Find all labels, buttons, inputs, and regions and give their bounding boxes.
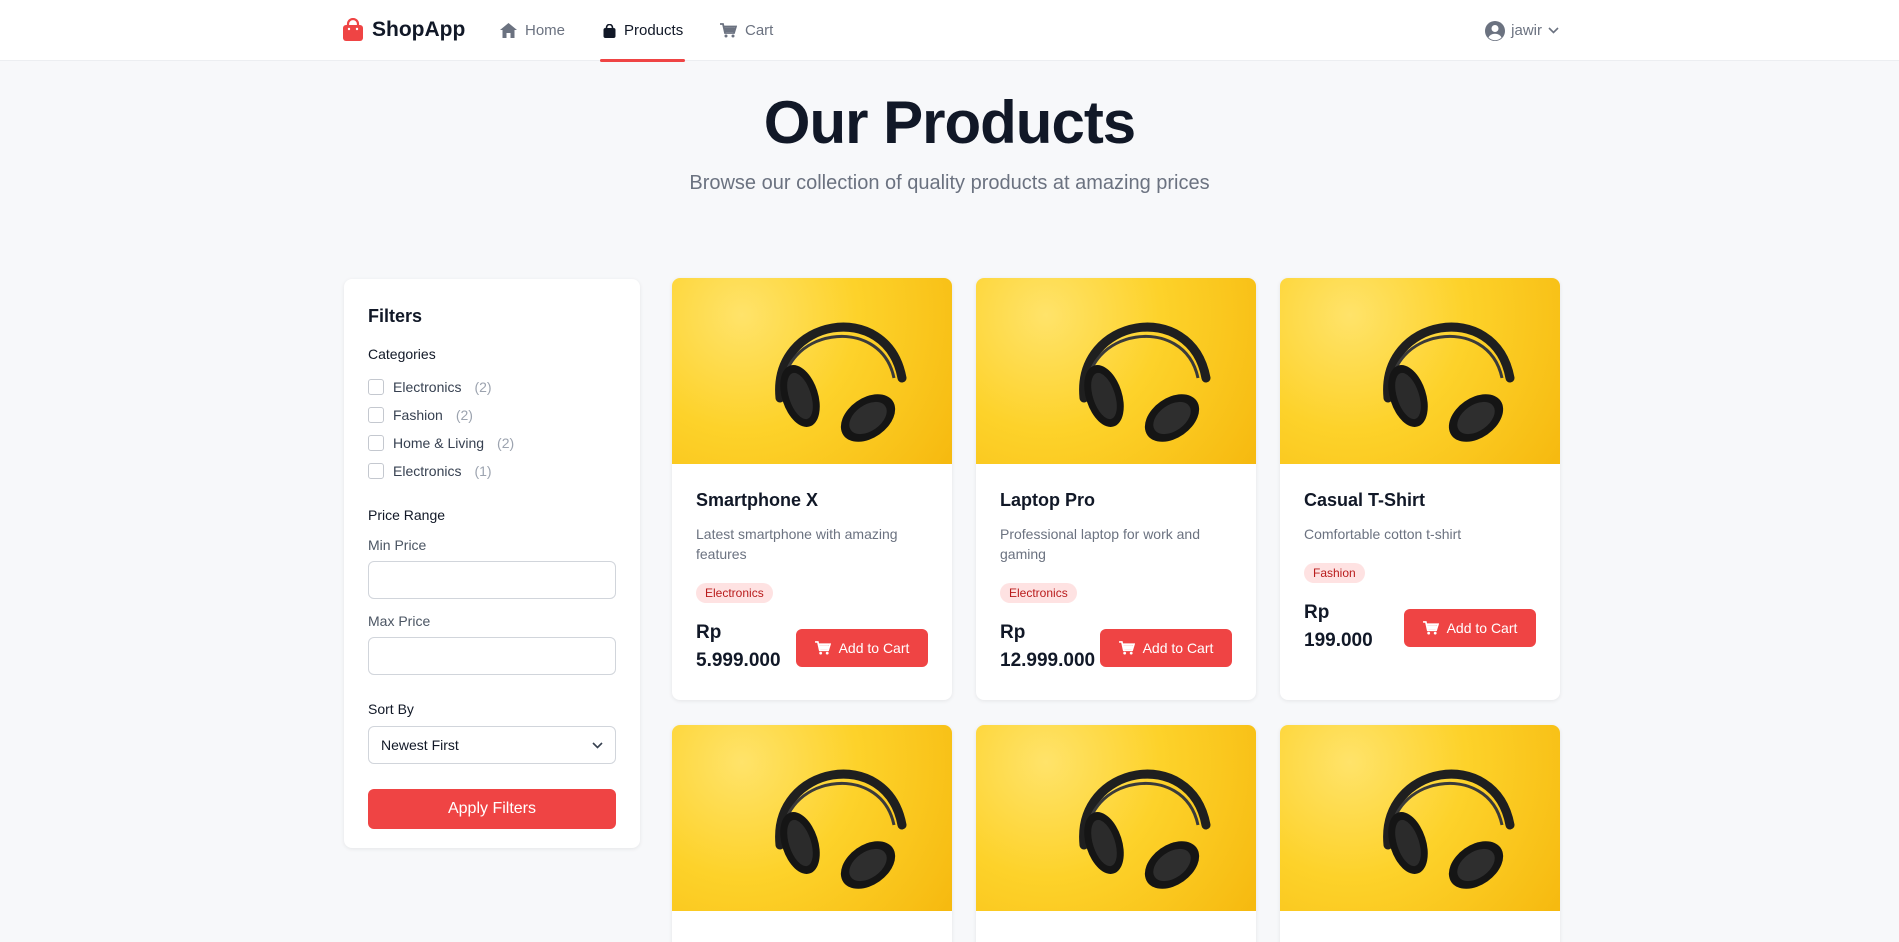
add-to-cart-label: Add to Cart (838, 640, 910, 656)
category-name: Home & Living (393, 435, 485, 451)
add-to-cart-label: Add to Cart (1142, 640, 1214, 656)
filters-title: Filters (368, 306, 423, 326)
product-card[interactable]: Casual T-Shirt Comfortable cotton t-shir… (1280, 278, 1560, 700)
nav-products[interactable]: Products (603, 0, 683, 61)
nav-cart-label: Cart (745, 22, 774, 39)
sort-select[interactable]: Newest First (368, 726, 616, 764)
top-navbar: ShopApp Home Products Cart jawir (0, 0, 1899, 62)
headphones-icon (775, 769, 907, 889)
product-price: Rp 12.999.000 (1000, 619, 1095, 675)
sort-by-label: Sort By (368, 701, 414, 717)
headphones-icon (1079, 322, 1211, 442)
category-badge: Electronics (696, 583, 773, 603)
min-price-label: Min Price (368, 537, 427, 553)
nav-cart[interactable]: Cart (720, 0, 773, 61)
chevron-down-icon (1548, 27, 1559, 34)
username: jawir (1511, 22, 1542, 39)
filters-panel: Filters Categories Electronics (2) Fashio… (344, 279, 640, 848)
headphones-icon (1383, 769, 1515, 889)
category-item[interactable]: Fashion (2) (368, 401, 616, 429)
page-title: Our Products (763, 89, 1136, 156)
product-price: Rp 199.000 (1304, 599, 1373, 655)
product-price: Rp 5.999.000 (696, 619, 781, 675)
category-name: Fashion (393, 407, 443, 423)
product-image[interactable] (672, 725, 952, 911)
price-currency: Rp (1304, 602, 1330, 623)
nav-home-label: Home (525, 22, 566, 39)
product-name[interactable]: Casual T-Shirt (1304, 490, 1425, 511)
product-card[interactable] (672, 725, 952, 942)
category-count: (2) (474, 379, 492, 395)
headphones-icon (775, 322, 907, 442)
product-name[interactable]: Smartphone X (696, 490, 818, 511)
category-count: (2) (497, 435, 515, 451)
max-price-input[interactable] (368, 637, 616, 675)
product-description: Latest smartphone with amazing features (696, 526, 898, 562)
category-name: Electronics (393, 463, 462, 479)
product-image[interactable] (1280, 725, 1560, 911)
product-image[interactable] (976, 278, 1256, 464)
active-tab-indicator (600, 59, 685, 62)
category-list: Electronics (2) Fashion (2) Home & Living (… (368, 373, 616, 485)
price-range-label: Price Range (368, 507, 446, 523)
cart-icon (1118, 641, 1135, 655)
headphones-icon (1383, 322, 1515, 442)
category-count: (1) (474, 463, 492, 479)
category-checkbox[interactable] (368, 379, 384, 395)
sort-selected-value: Newest First (381, 737, 459, 753)
category-item[interactable]: Electronics (2) (368, 373, 616, 401)
category-count: (2) (455, 407, 473, 423)
user-menu[interactable]: jawir (1485, 0, 1559, 61)
nav-home[interactable]: Home (500, 0, 565, 61)
price-value: 12.999.000 (1000, 650, 1096, 671)
price-currency: Rp (1000, 622, 1026, 643)
category-name: Electronics (393, 379, 462, 395)
shopping-bag-icon (603, 23, 616, 38)
product-image[interactable] (976, 725, 1256, 911)
category-item[interactable]: Home & Living (2) (368, 429, 616, 457)
product-card[interactable]: Laptop Pro Professional laptop for work … (976, 278, 1256, 700)
price-currency: Rp (696, 622, 722, 643)
product-card[interactable] (976, 725, 1256, 942)
price-value: 199.000 (1304, 630, 1373, 651)
nav-products-label: Products (624, 22, 684, 39)
add-to-cart-label: Add to Cart (1446, 620, 1518, 636)
product-name[interactable]: Laptop Pro (1000, 490, 1095, 511)
category-checkbox[interactable] (368, 407, 384, 423)
max-price-label: Max Price (368, 613, 431, 629)
shopping-bag-icon (343, 18, 363, 41)
add-to-cart-button[interactable]: Add to Cart (796, 629, 928, 667)
headphones-icon (1079, 769, 1211, 889)
cart-icon (720, 23, 737, 38)
product-description: Professional laptop for work and gaming (1000, 526, 1200, 562)
product-card[interactable] (1280, 725, 1560, 942)
apply-filters-button[interactable]: Apply Filters (368, 789, 616, 829)
category-checkbox[interactable] (368, 435, 384, 451)
user-avatar-icon (1485, 20, 1506, 41)
chevron-down-icon (592, 741, 603, 749)
product-card[interactable]: Smartphone X Latest smartphone with amaz… (672, 278, 952, 700)
product-description: Comfortable cotton t-shirt (1304, 526, 1462, 542)
add-to-cart-button[interactable]: Add to Cart (1404, 609, 1536, 647)
cart-icon (1422, 621, 1439, 635)
category-badge: Fashion (1304, 563, 1365, 583)
categories-label: Categories (368, 346, 436, 362)
min-price-input[interactable] (368, 561, 616, 599)
cart-icon (814, 641, 831, 655)
category-item[interactable]: Electronics (1) (368, 457, 616, 485)
product-image[interactable] (1280, 278, 1560, 464)
category-badge: Electronics (1000, 583, 1077, 603)
page-subtitle: Browse our collection of quality product… (689, 172, 1210, 194)
brand-logo[interactable]: ShopApp (342, 16, 465, 44)
brand-name: ShopApp (372, 18, 466, 41)
home-icon (500, 23, 517, 38)
product-image[interactable] (672, 278, 952, 464)
category-checkbox[interactable] (368, 463, 384, 479)
price-value: 5.999.000 (696, 650, 781, 671)
add-to-cart-button[interactable]: Add to Cart (1100, 629, 1232, 667)
